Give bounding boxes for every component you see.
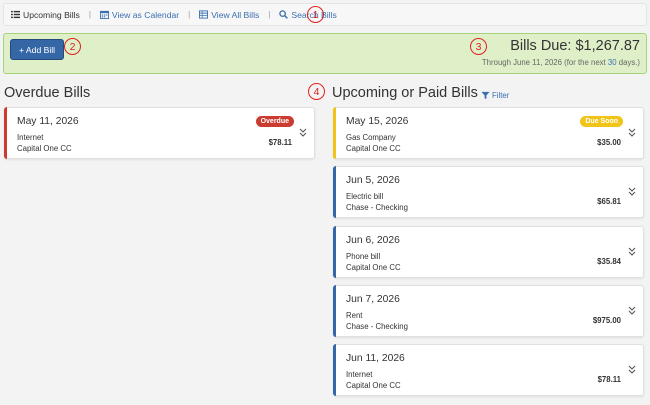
- nav-calendar-label: View as Calendar: [111, 9, 180, 20]
- overdue-heading: Overdue Bills: [4, 85, 91, 101]
- bill-card[interactable]: Jun 7, 2026 Rent Chase - Checking $975.0…: [333, 285, 644, 337]
- bill-name: Gas Company: [346, 133, 396, 142]
- nav-view-all-bills[interactable]: View All Bills: [199, 10, 259, 20]
- due-period-suffix: days.): [618, 58, 640, 67]
- upcoming-heading: Upcoming or Paid Bills: [332, 85, 478, 101]
- list-icon: [11, 10, 20, 19]
- status-bar: [4, 107, 7, 159]
- bill-account: Capital One CC: [346, 144, 401, 153]
- nav-view-calendar[interactable]: View as Calendar: [99, 9, 180, 20]
- bill-card[interactable]: May 11, 2026 Overdue Internet Capital On…: [4, 107, 315, 159]
- bill-amount: $78.11: [597, 375, 621, 384]
- bill-amount: $65.81: [597, 197, 621, 206]
- annotation-marker-3: 3: [470, 38, 487, 55]
- nav-upcoming-bills[interactable]: Upcoming Bills: [11, 10, 80, 20]
- filter-label: Filter: [492, 91, 510, 100]
- add-bill-button[interactable]: + Add Bill: [10, 39, 65, 60]
- status-bar: [333, 107, 336, 159]
- bills-due-label: Bills Due:: [510, 38, 572, 54]
- bill-card[interactable]: Jun 5, 2026 Electric bill Chase - Checki…: [333, 166, 644, 218]
- bill-name: Internet: [17, 133, 44, 142]
- bill-name: Electric bill: [346, 192, 384, 201]
- status-badge: Due Soon: [580, 116, 623, 127]
- bill-amount: $975.00: [592, 316, 621, 325]
- bill-amount: $78.11: [268, 138, 292, 147]
- nav-all-bills-label: View All Bills: [211, 9, 260, 20]
- bill-card[interactable]: May 15, 2026 Due Soon Gas Company Capita…: [333, 107, 644, 159]
- calendar-icon: [99, 10, 109, 19]
- bill-card[interactable]: Jun 11, 2026 Internet Capital One CC $78…: [333, 344, 644, 396]
- status-badge: Overdue: [255, 116, 294, 127]
- bill-name: Internet: [346, 370, 373, 379]
- annotation-marker-1: 1: [307, 6, 324, 23]
- filter-button[interactable]: Filter: [481, 91, 509, 100]
- status-bar: [333, 285, 336, 337]
- nav-separator: |: [188, 10, 191, 19]
- table-icon: [199, 10, 209, 19]
- nav-bar: Upcoming Bills | View as Calendar | View…: [3, 3, 647, 26]
- chevron-double-down-icon[interactable]: [628, 187, 636, 196]
- bill-date: Jun 6, 2026: [346, 235, 400, 246]
- bill-date: Jun 11, 2026: [346, 353, 405, 364]
- due-period-days[interactable]: 30: [608, 58, 617, 67]
- due-period-text: Through June 11, 2026 (for the next 30 d…: [482, 58, 640, 67]
- status-bar: [333, 344, 336, 396]
- bill-amount: $35.00: [597, 138, 621, 147]
- annotation-marker-4: 4: [308, 83, 325, 100]
- status-bar: [333, 226, 336, 278]
- bill-account: Capital One CC: [17, 144, 72, 153]
- status-bar: [333, 166, 336, 218]
- search-icon: [279, 10, 289, 19]
- chevron-double-down-icon[interactable]: [628, 365, 636, 374]
- bill-name: Rent: [346, 311, 363, 320]
- bill-amount: $35.84: [597, 257, 621, 266]
- nav-separator: |: [88, 10, 91, 19]
- bill-date: May 15, 2026: [346, 116, 409, 127]
- nav-upcoming-label: Upcoming Bills: [23, 9, 80, 20]
- summary-banner: + Add Bill Bills Due: $1,267.87 Through …: [3, 33, 647, 74]
- bills-due-amount: $1,267.87: [575, 38, 640, 54]
- nav-separator: |: [268, 10, 271, 19]
- bill-account: Capital One CC: [346, 263, 401, 272]
- filter-icon: [481, 91, 490, 100]
- bill-account: Capital One CC: [346, 381, 401, 390]
- bill-account: Chase - Checking: [346, 322, 408, 331]
- bill-date: May 11, 2026: [17, 116, 79, 127]
- chevron-double-down-icon[interactable]: [628, 306, 636, 315]
- bills-due-total: Bills Due: $1,267.87: [510, 38, 640, 54]
- chevron-double-down-icon[interactable]: [628, 247, 636, 256]
- bill-card[interactable]: Jun 6, 2026 Phone bill Capital One CC $3…: [333, 226, 644, 278]
- bill-date: Jun 5, 2026: [346, 175, 400, 186]
- bill-date: Jun 7, 2026: [346, 294, 400, 305]
- chevron-double-down-icon[interactable]: [628, 128, 636, 137]
- due-period-prefix: Through June 11, 2026 (for the next: [481, 58, 606, 67]
- bill-name: Phone bill: [346, 252, 381, 261]
- chevron-double-down-icon[interactable]: [299, 128, 307, 137]
- annotation-marker-2: 2: [64, 38, 81, 55]
- bill-account: Chase - Checking: [346, 203, 408, 212]
